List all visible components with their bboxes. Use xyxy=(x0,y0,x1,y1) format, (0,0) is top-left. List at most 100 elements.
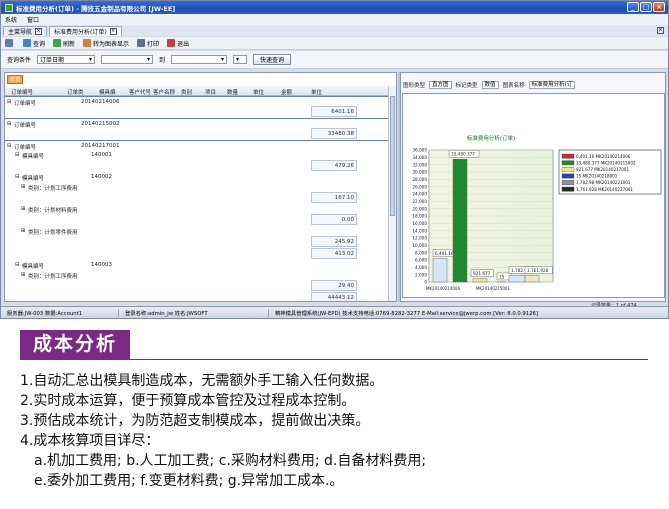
column-header[interactable]: 订单编号 xyxy=(11,88,33,96)
tab-label: 主菜导航 xyxy=(8,29,33,36)
expand-toggle-icon[interactable]: ⊞ xyxy=(21,228,26,234)
column-header[interactable]: 模具编 xyxy=(99,88,116,96)
section-title: 成本分析 xyxy=(20,330,131,359)
close-all-tabs-icon[interactable]: × xyxy=(657,27,664,34)
table-row[interactable]: 479.26 xyxy=(5,160,389,172)
query-field-select[interactable]: 订单日期 ▾ xyxy=(37,55,96,64)
expand-toggle-icon[interactable]: ⊟ xyxy=(15,152,20,158)
tab-cost-analysis[interactable]: 标准费用分析(订单) × xyxy=(49,26,122,36)
title-bar: 标准费用分析(订单) - 腾技五金制品有限公司 [JW-EE] _ □ × xyxy=(1,1,668,14)
column-header[interactable]: 单位 xyxy=(311,88,322,96)
expand-toggle-icon[interactable]: ⊞ xyxy=(21,206,26,212)
menu-system[interactable]: 系统 xyxy=(5,15,17,24)
table-row[interactable]: 44443.12 xyxy=(5,292,389,301)
column-header[interactable]: 数量 xyxy=(227,88,238,96)
date-to-select[interactable]: ▾ xyxy=(171,55,228,64)
toolbar-button-chart[interactable]: 转为图表显示 xyxy=(83,39,129,48)
toolbar-label: 退出 xyxy=(177,40,190,48)
table-row[interactable]: ⊟ 订单编号 20140215002 xyxy=(5,118,389,129)
toolbar-label: 刷新 xyxy=(63,40,76,48)
column-header[interactable]: 项目 xyxy=(205,88,216,96)
table-row[interactable]: ⊟ 模具编号 140001 xyxy=(5,150,389,160)
y-tick-label: 14,000 xyxy=(412,228,427,233)
query-bar: 查询条件 订单日期 ▾ ▾ 到 ▾ ▾ 快速查询 xyxy=(1,51,668,69)
chevron-down-icon: ▾ xyxy=(221,56,225,63)
toolbar-button-exit[interactable]: 退出 xyxy=(167,39,189,48)
legend-swatch xyxy=(561,173,575,179)
feature-line: 1.自动汇总出模具制造成本，无需额外手工输入任何数据。 xyxy=(20,373,384,389)
column-header[interactable]: 订单类 xyxy=(67,88,84,96)
table-row[interactable]: ⊞ 类别：计划工序费用 xyxy=(5,182,389,192)
expand-toggle-icon[interactable]: ⊟ xyxy=(15,262,20,268)
column-header[interactable]: 类别 xyxy=(181,88,192,96)
window-controls: _ □ × xyxy=(627,2,665,12)
column-header[interactable]: 客户名称 xyxy=(153,88,175,96)
table-row[interactable]: 33480.38 xyxy=(5,128,389,140)
group-value: 20140214006 xyxy=(81,99,120,105)
table-row[interactable]: 413.02 xyxy=(5,248,389,260)
y-tick-label: 32,000 xyxy=(412,162,427,167)
y-tick-label: 24,000 xyxy=(412,192,427,197)
table-row[interactable]: ⊟ 模具编号 140002 xyxy=(5,172,389,182)
legend-swatch xyxy=(561,167,575,172)
table-row[interactable]: ⊟ 订单编号 20140217001 xyxy=(5,140,389,151)
y-tick-label: 30,000 xyxy=(412,170,427,175)
table-row[interactable]: 245.92 xyxy=(5,236,389,248)
table-row[interactable]: 29.40 xyxy=(5,280,389,292)
expand-toggle-icon[interactable]: ⊞ xyxy=(21,272,26,278)
chart-option-select[interactable]: 数值 xyxy=(481,81,499,89)
toolbar-button-gear[interactable] xyxy=(5,39,15,47)
data-label: 1,761.928 xyxy=(527,268,549,273)
chart-option-select[interactable]: 直方图 xyxy=(429,81,452,89)
feature-list: 1.自动汇总出模具制造成本，无需额外手工输入任何数据。 2.实时成本运算，便于预… xyxy=(20,371,660,491)
x-tick-label: MK20140215001 xyxy=(476,286,511,291)
column-header[interactable]: 金额 xyxy=(281,88,292,96)
date-from-select[interactable]: ▾ xyxy=(101,55,154,64)
overview-tab[interactable]: 总览 xyxy=(7,75,23,84)
table-row[interactable]: ⊞ 类别：计划工序费用 xyxy=(5,270,389,280)
amount-cell: 245.92 xyxy=(311,236,357,247)
table-row[interactable]: ⊞ 类别：计划材料费用 xyxy=(5,204,389,214)
expand-toggle-icon[interactable]: ⊞ xyxy=(21,184,26,190)
table-row[interactable]: 167.10 xyxy=(5,192,389,204)
scroll-thumb[interactable] xyxy=(390,96,395,216)
quick-query-button[interactable]: 快速查询 xyxy=(253,54,292,65)
toolbar-button-refresh[interactable]: 刷新 xyxy=(53,39,75,48)
chevron-down-icon: ▾ xyxy=(147,56,151,63)
status-bar: 服务器:JW-003 数据:Account1 登录名称:admin_jw 姓名:… xyxy=(1,306,668,318)
expand-toggle-icon[interactable]: ⊟ xyxy=(7,143,12,149)
menu-window[interactable]: 窗口 xyxy=(27,15,39,24)
maximize-button[interactable]: □ xyxy=(640,2,652,12)
status-server: 服务器:JW-003 数据:Account1 xyxy=(1,308,119,317)
group-label: 模具编号 xyxy=(22,176,45,182)
grid-header: 订单编号 订单类 模具编 客户代号 客户名称 类别 项目 数量 单位 金额 单位 xyxy=(5,86,389,96)
expand-toggle-icon[interactable]: ⊟ xyxy=(7,121,12,127)
table-row[interactable]: 0.00 xyxy=(5,214,389,226)
option-select[interactable]: ▾ xyxy=(233,55,248,64)
y-tick-label: 18,000 xyxy=(412,214,427,219)
table-row[interactable]: ⊞ 类别：计划零件费用 xyxy=(5,226,389,236)
tab-main-nav[interactable]: 主菜导航 × xyxy=(3,26,48,36)
tab-close-icon[interactable]: × xyxy=(109,28,117,35)
column-header[interactable]: 客户代号 xyxy=(129,88,151,96)
toolbar: 查询 刷新 转为图表显示 打印 退出 xyxy=(1,37,668,50)
y-tick-label: 20,000 xyxy=(412,206,427,211)
minimize-button[interactable]: _ xyxy=(627,2,639,12)
toolbar-button-printer[interactable]: 打印 xyxy=(137,39,159,48)
expand-toggle-icon[interactable]: ⊟ xyxy=(7,99,12,105)
tab-close-icon[interactable]: × xyxy=(35,28,43,35)
chart-option-select[interactable]: 标准费用分析(订 xyxy=(528,81,576,89)
legend-label: 1,782.98 MK20140221001 xyxy=(576,180,631,185)
table-row[interactable]: ⊟ 订单编号 20140214006 xyxy=(5,96,389,107)
vertical-scrollbar[interactable] xyxy=(388,86,396,301)
table-row[interactable]: ⊟ 模具编号 140003 xyxy=(5,260,389,270)
toolbar-button-search[interactable]: 查询 xyxy=(23,39,45,48)
y-tick-label: 12,000 xyxy=(412,236,427,241)
table-row[interactable]: 6401.16 xyxy=(5,106,389,118)
close-button[interactable]: × xyxy=(653,2,665,12)
y-tick-label: 16,000 xyxy=(412,221,427,226)
column-header[interactable]: 单位 xyxy=(253,88,264,96)
chart-option-label: 标记类型 xyxy=(455,83,478,89)
group-label: 类别：计划工序费用 xyxy=(28,274,78,280)
expand-toggle-icon[interactable]: ⊟ xyxy=(15,174,20,180)
